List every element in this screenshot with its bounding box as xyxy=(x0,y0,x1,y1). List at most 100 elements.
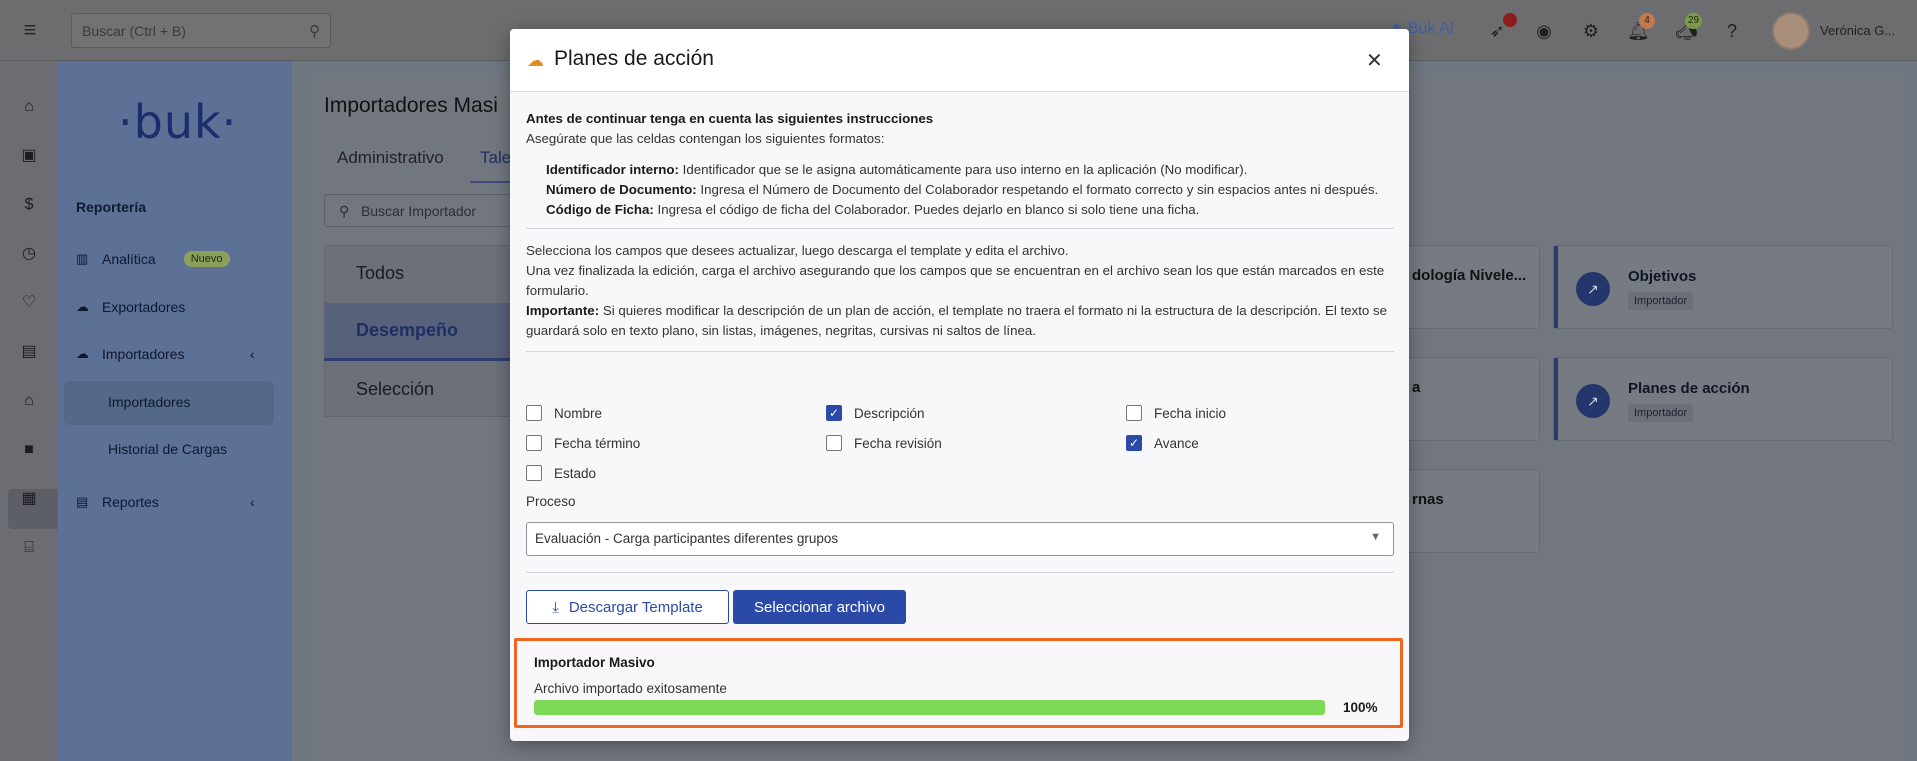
store-icon[interactable]: ▦ xyxy=(19,489,39,509)
checkbox-fecha-revision[interactable]: Fecha revisión xyxy=(826,435,942,451)
progress-percent: 100% xyxy=(1343,700,1378,715)
instructions-title: Antes de continuar tenga en cuenta las s… xyxy=(526,111,934,126)
card-title-fragment: dología Nivele... xyxy=(1412,267,1527,284)
trend-icon: ↗ xyxy=(1576,272,1610,306)
select-file-button[interactable]: Seleccionar archivo xyxy=(733,590,906,624)
checkbox-estado[interactable]: Estado xyxy=(526,465,596,481)
new-badge: Nuevo xyxy=(183,251,230,267)
icon-rail: ⌂ ▣ $ ◷ ♡ ▤ ⌂ ■ ▦ ⌸ xyxy=(0,61,58,761)
divider xyxy=(526,572,1394,573)
tab-talento[interactable]: Tale xyxy=(480,148,511,168)
page-title: Importadores Masi xyxy=(324,94,498,117)
process-select[interactable]: Evaluación - Carga participantes diferen… xyxy=(526,522,1394,556)
category-seleccion[interactable]: Selección xyxy=(356,379,434,400)
import-status-text: Archivo importado exitosamente xyxy=(534,681,727,696)
gear-icon[interactable]: ⚙ xyxy=(1580,20,1602,42)
divider xyxy=(526,351,1394,352)
checkbox-box[interactable]: ✓ xyxy=(826,405,842,421)
instruction-p2: Una vez finalizada la edición, carga el … xyxy=(526,263,1385,298)
field-rule: Código de Ficha: Ingresa el código de fi… xyxy=(546,202,1200,217)
card-tag: Importador xyxy=(1628,404,1694,422)
folder-icon[interactable]: ■ xyxy=(19,440,39,460)
checkbox-box[interactable] xyxy=(1126,405,1142,421)
sidebar-item-exportadores[interactable]: ☁ Exportadores xyxy=(76,299,185,315)
sidebar-item-importadores[interactable]: ☁ Importadores xyxy=(76,346,184,362)
checkbox-box[interactable] xyxy=(526,405,542,421)
category-todos[interactable]: Todos xyxy=(356,263,404,284)
cloud-upload-icon: ☁ xyxy=(527,51,544,70)
modal-title: Planes de acción xyxy=(554,47,714,70)
card-accent xyxy=(1554,246,1558,328)
download-template-button[interactable]: ⤓ Descargar Template xyxy=(526,590,729,624)
sidebar-subitem-historial[interactable]: Historial de Cargas xyxy=(108,441,227,457)
trend-icon: ↗ xyxy=(1576,384,1610,418)
checkbox-box[interactable]: ✓ xyxy=(1126,435,1142,451)
checkbox-descripcion[interactable]: ✓ Descripción xyxy=(826,405,925,421)
sidebar-item-analitica[interactable]: ▥ Analítica Nuevo xyxy=(76,251,230,267)
buk-logo: ·buk· xyxy=(118,95,238,149)
modal-header: ☁ Planes de acción ✕ xyxy=(510,29,1409,92)
import-title: Importador Masivo xyxy=(534,655,655,670)
card-title: Objetivos xyxy=(1628,268,1697,285)
checkbox-avance[interactable]: ✓ Avance xyxy=(1126,435,1199,451)
report-icon: ▤ xyxy=(76,494,89,509)
home-icon[interactable]: ⌂ xyxy=(19,97,39,117)
instruction-important: Importante: Si quieres modificar la desc… xyxy=(526,303,1388,338)
dropdown-caret-icon[interactable]: ▼ xyxy=(1370,531,1381,543)
card-title: Planes de acción xyxy=(1628,380,1750,397)
process-label: Proceso xyxy=(526,494,576,509)
cloud-icon: ☁ xyxy=(76,299,89,314)
calendar-icon[interactable]: ▣ xyxy=(19,146,39,166)
field-rule: Identificador interno: Identificador que… xyxy=(546,162,1248,177)
notification-badge: 4 xyxy=(1639,13,1655,29)
checkbox-fecha-termino[interactable]: Fecha término xyxy=(526,435,640,451)
checkbox-fecha-inicio[interactable]: Fecha inicio xyxy=(1126,405,1226,421)
user-name[interactable]: Verónica G... xyxy=(1820,23,1895,38)
checkbox-box[interactable] xyxy=(826,435,842,451)
import-modal: ☁ Planes de acción ✕ Antes de continuar … xyxy=(510,29,1409,741)
global-search-input[interactable]: Buscar (Ctrl + B) ⚲ xyxy=(71,13,331,48)
instruction-p1: Selecciona los campos que desees actuali… xyxy=(526,243,1069,258)
checkbox-box[interactable] xyxy=(526,435,542,451)
eye-icon[interactable]: ◉ xyxy=(1533,20,1555,42)
import-status-panel: Importador Masivo Archivo importado exit… xyxy=(514,638,1403,728)
category-desempeno[interactable]: Desempeño xyxy=(356,320,458,341)
importer-search-input[interactable]: ⚲ Buscar Importador xyxy=(324,194,524,227)
importer-card-planes[interactable]: ↗ Planes de acción Importador xyxy=(1553,357,1893,441)
progress-fill xyxy=(534,700,1325,715)
importer-card-objetivos[interactable]: ↗ Objetivos Importador xyxy=(1553,245,1893,329)
card-accent xyxy=(1554,358,1558,440)
help-icon[interactable]: ? xyxy=(1721,20,1743,42)
money-icon[interactable]: $ xyxy=(19,195,39,215)
sidebar-item-reportes[interactable]: ▤ Reportes xyxy=(76,494,159,510)
cloud-upload-icon: ☁ xyxy=(76,346,89,361)
field-rule: Número de Documento: Ingresa el Número d… xyxy=(546,182,1379,197)
bank-icon[interactable]: ⌸ xyxy=(19,538,39,558)
clock-icon[interactable]: ◷ xyxy=(19,244,39,264)
progress-bar xyxy=(534,700,1325,715)
rocket-dot xyxy=(1503,13,1517,27)
heart-icon[interactable]: ♡ xyxy=(19,293,39,313)
card-title-fragment: a xyxy=(1412,379,1421,396)
briefcase-icon[interactable]: ▤ xyxy=(19,342,39,362)
sidebar-section-title: Reportería xyxy=(76,199,147,215)
card-tag: Importador xyxy=(1628,292,1694,310)
divider xyxy=(526,228,1394,229)
tab-underline xyxy=(470,181,510,183)
menu-icon[interactable]: ≡ xyxy=(0,0,60,61)
chevron-left-icon[interactable]: ‹ xyxy=(250,346,255,362)
modal-instructions: Antes de continuar tenga en cuenta las s… xyxy=(526,109,1394,362)
announcement-badge: 29 xyxy=(1685,13,1703,29)
avatar[interactable] xyxy=(1772,12,1810,50)
close-icon[interactable]: ✕ xyxy=(1366,48,1383,73)
checkbox-nombre[interactable]: Nombre xyxy=(526,405,602,421)
checkbox-box[interactable] xyxy=(526,465,542,481)
graduation-icon[interactable]: ⌂ xyxy=(19,391,39,411)
chart-icon: ▥ xyxy=(76,251,89,266)
card-title-fragment: rnas xyxy=(1412,491,1444,508)
sidebar-subitem-importadores[interactable]: Importadores xyxy=(108,394,190,410)
search-icon[interactable]: ⚲ xyxy=(309,22,320,40)
tab-administrativo[interactable]: Administrativo xyxy=(337,148,444,168)
chevron-left-icon[interactable]: ‹ xyxy=(250,494,255,510)
instructions-sub: Asegúrate que las celdas contengan los s… xyxy=(526,131,885,146)
